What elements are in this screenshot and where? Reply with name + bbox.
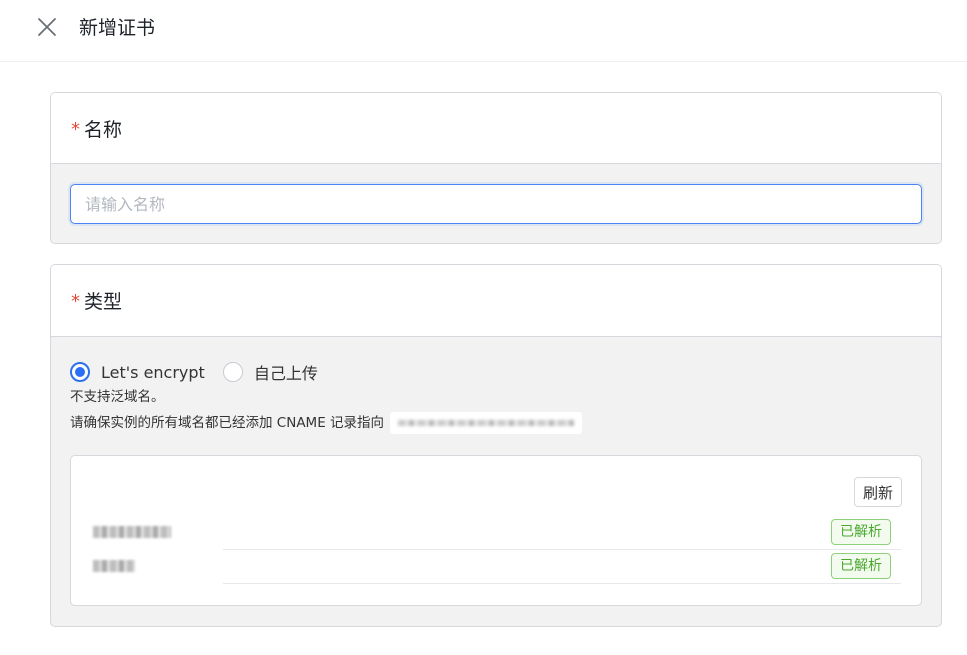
wildcard-hint: 不支持泛域名。 [70,389,165,405]
cname-hint: 请确保实例的所有域名都已经添加 CNAME 记录指向 [70,412,583,434]
cname-target-redacted [390,412,583,434]
page-title: 新增证书 [79,17,156,39]
required-mark: * [71,118,80,140]
table-row: 已解析 [93,516,901,550]
type-card: * 类型 Let's encrypt 自己上传 不支持泛域名。 请确保实例的所有… [50,264,942,627]
radio-label: Let's encrypt [101,362,205,382]
table-row: 已解析 [93,550,901,584]
radio-lets-encrypt[interactable]: Let's encrypt [70,362,205,382]
type-card-title: 类型 [84,291,123,313]
radio-label: 自己上传 [253,364,318,383]
refresh-button[interactable]: 刷新 [853,477,902,507]
status-badge: 已解析 [831,519,891,545]
required-mark: * [71,291,80,312]
status-badge: 已解析 [831,553,891,579]
name-input[interactable] [70,184,922,224]
radio-checked-icon[interactable] [70,362,90,382]
dialog-header: 新增证书 [0,0,967,62]
name-card: * 名称 [50,92,942,244]
type-radio-group: Let's encrypt 自己上传 [70,360,336,384]
name-card-header: * 名称 [51,93,941,164]
close-icon[interactable] [36,16,58,38]
domain-name-redacted [93,560,135,572]
type-card-header: * 类型 [51,265,941,337]
domain-list-box: 刷新 已解析 已解析 [70,455,922,606]
name-card-title: 名称 [84,118,123,141]
radio-self-upload[interactable]: 自己上传 [222,360,318,384]
radio-unchecked-icon[interactable] [222,362,243,382]
cname-hint-text: 请确保实例的所有域名都已经添加 CNAME 记录指向 [70,415,385,431]
domain-name-redacted [93,526,171,538]
